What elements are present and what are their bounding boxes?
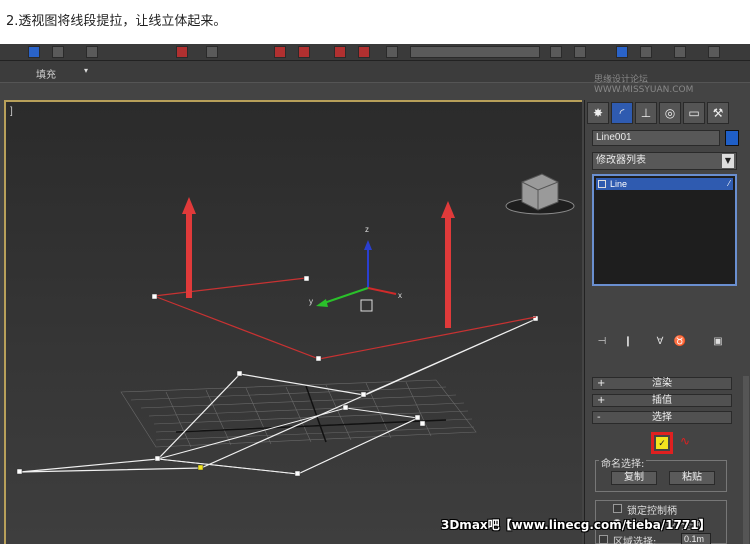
rollout-label: 选择 [652,412,672,423]
create-icon[interactable]: ✸ [587,102,609,124]
named-selection-label: 命名选择: [599,455,647,470]
caption-text: 2.透视图将线段提拉，让线立体起来。 [6,14,227,29]
main-toolbar [0,44,750,61]
lift-arrow-right [441,201,455,328]
window-crossing-button[interactable] [86,46,98,58]
chevron-down-icon[interactable]: ▼ [722,154,734,168]
pin-stack-icon[interactable]: ⊣ [594,336,610,350]
configure-sets-icon[interactable]: ▣ [710,336,726,350]
gizmo-y-label: y [309,297,313,306]
material-editor-button[interactable] [708,46,720,58]
schematic-button[interactable] [674,46,686,58]
select-region-button[interactable] [52,46,64,58]
lift-arrow-left [182,197,196,298]
rollout-sign: + [597,378,606,389]
object-name-field[interactable]: Line001 [592,130,720,146]
mirror-button[interactable] [550,46,562,58]
remove-modifier-icon[interactable]: ♉ [672,336,688,350]
angle-snap-button[interactable] [298,46,310,58]
hierarchy-icon[interactable]: ⊥ [635,102,657,124]
stack-item-label: Line [610,179,628,189]
red-vertices [151,275,322,362]
area-select-value[interactable]: 0.1m [681,533,711,544]
copy-button[interactable]: 复制 [611,471,657,485]
gizmo-x-label: x [398,291,402,300]
white-vertices [16,315,539,477]
modifier-list-dropdown[interactable]: 修改器列表 ▼ [592,152,737,170]
modifier-stack[interactable]: Line ⁄ [592,174,737,286]
panel-scrollbar[interactable] [743,376,749,544]
named-selection-field[interactable] [410,46,540,58]
snap-button[interactable] [274,46,286,58]
percent-snap-button[interactable] [334,46,346,58]
curve-editor-button[interactable] [640,46,652,58]
lock-handles-checkbox[interactable] [613,504,622,513]
gizmo-z-label: z [365,225,369,234]
rollout-sign: + [597,395,606,406]
transform-gizmo: z y x [309,225,402,312]
select-tool-button[interactable] [28,46,40,58]
rollout-label: 渲染 [652,378,672,389]
rollout-interpolation[interactable]: + 插值 [592,394,732,407]
modifier-list-label: 修改器列表 [596,155,646,166]
stack-tools: ⊣ ❙ ∀ ♉ ▣ [594,336,739,352]
rollout-sign: - [597,412,601,423]
delete-button[interactable] [176,46,188,58]
rollout-selection[interactable]: - 选择 [592,411,732,424]
align-button[interactable] [574,46,586,58]
white-line-shape [19,318,537,475]
ground-grid [120,379,477,448]
lightbulb-icon[interactable]: ⁄ [729,178,730,190]
red-raised-line [153,277,537,360]
edit-named-sel-button[interactable] [386,46,398,58]
fill-dropdown-icon[interactable]: ▾ [84,66,104,76]
rollout-label: 插值 [652,395,672,406]
forum-watermark: 3Dmax吧【www.linecg.com/tieba/1771】 [441,518,711,532]
max-app-window: 填充 ▾ 思缘设计论坛 WWW.MISSYUAN.COM ] z y x ✸ ◜… [0,44,750,544]
make-unique-icon[interactable]: ∀ [652,336,668,350]
spinner-snap-button[interactable] [358,46,370,58]
vertex-icon: ✓ [656,437,668,449]
vertex-level-button[interactable]: ✓ [651,432,673,454]
expand-icon[interactable] [598,180,606,188]
site-watermark: 思缘设计论坛 WWW.MISSYUAN.COM [594,75,694,95]
motion-icon[interactable]: ◎ [659,102,681,124]
stack-item-line[interactable]: Line ⁄ [596,178,733,190]
annotation-mark-icon: ∿ [680,434,691,448]
layer-button[interactable] [616,46,628,58]
show-end-result-icon[interactable]: ❙ [620,336,636,350]
object-color-swatch[interactable] [725,130,739,146]
area-select-label: 区域选择: [613,537,657,544]
command-panel: ✸ ◜ ⊥ ◎ ▭ ⚒ Line001 修改器列表 ▼ Line ⁄ ⊣ ❙ ∀… [584,100,750,544]
ribbon-bar: 填充 ▾ 思缘设计论坛 WWW.MISSYUAN.COM [0,61,750,95]
display-icon[interactable]: ▭ [683,102,705,124]
fill-label: 填充 [36,70,56,81]
lock-handles-label: 锁定控制柄 [627,506,677,517]
paste-button[interactable]: 粘贴 [669,471,715,485]
perspective-viewport[interactable]: ] z y x [4,100,582,544]
area-select-checkbox[interactable] [599,535,608,544]
viewcube-icon [505,173,575,215]
utilities-icon[interactable]: ⚒ [707,102,729,124]
modify-icon[interactable]: ◜ [611,102,633,124]
rollout-rendering[interactable]: + 渲染 [592,377,732,390]
viewport-scene[interactable]: z y x [6,102,584,544]
move-button[interactable] [206,46,218,58]
